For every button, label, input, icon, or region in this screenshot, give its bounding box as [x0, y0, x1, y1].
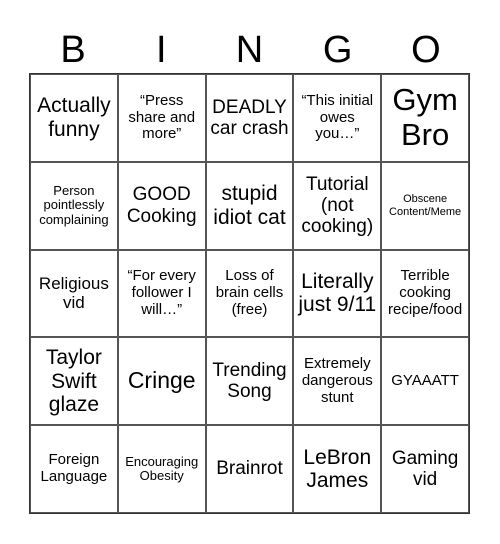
bingo-cell[interactable]: Person pointlessly complaining: [30, 161, 118, 250]
bingo-cell[interactable]: “Press share and more”: [117, 74, 206, 162]
bingo-grid: Actually funny “Press share and more” DE…: [29, 73, 470, 514]
bingo-cell[interactable]: LeBron James: [293, 425, 382, 513]
bingo-cell[interactable]: “For every follower I will…”: [117, 249, 206, 338]
bingo-cell[interactable]: Taylor Swift glaze: [30, 337, 118, 426]
bingo-cell[interactable]: Religious vid: [30, 249, 118, 338]
bingo-cell[interactable]: Trending Song: [205, 337, 294, 426]
bingo-header: B I N G O: [29, 30, 470, 70]
bingo-cell[interactable]: Literally just 9/11: [293, 249, 382, 338]
bingo-cell[interactable]: Actually funny: [30, 74, 118, 162]
bingo-cell[interactable]: Tutorial (not cooking): [293, 161, 382, 250]
bingo-cell[interactable]: Cringe: [117, 337, 206, 426]
bingo-cell[interactable]: Foreign Language: [30, 425, 118, 513]
bingo-cell[interactable]: stupid idiot cat: [205, 161, 294, 250]
header-letter-n: N: [235, 29, 264, 71]
bingo-cell[interactable]: Gaming vid: [381, 425, 469, 513]
bingo-cell[interactable]: Encouraging Obesity: [117, 425, 206, 513]
bingo-cell[interactable]: Loss of brain cells (free): [205, 249, 294, 338]
bingo-cell[interactable]: Extremely dangerous stunt: [293, 337, 382, 426]
bingo-cell[interactable]: Obscene Content/Meme: [381, 161, 469, 250]
bingo-cell[interactable]: Brainrot: [205, 425, 294, 513]
bingo-cell[interactable]: GYAAATT: [381, 337, 469, 426]
header-letter-b: B: [60, 29, 86, 71]
bingo-cell[interactable]: Terrible cooking recipe/food: [381, 249, 469, 338]
bingo-cell[interactable]: GOOD Cooking: [117, 161, 206, 250]
header-letter-i: I: [156, 29, 167, 71]
header-letter-g: G: [322, 29, 353, 71]
bingo-cell[interactable]: DEADLY car crash: [205, 74, 294, 162]
bingo-cell[interactable]: Gym Bro: [381, 74, 469, 162]
bingo-cell[interactable]: “This initial owes you…”: [293, 74, 382, 162]
header-letter-o: O: [411, 29, 441, 71]
